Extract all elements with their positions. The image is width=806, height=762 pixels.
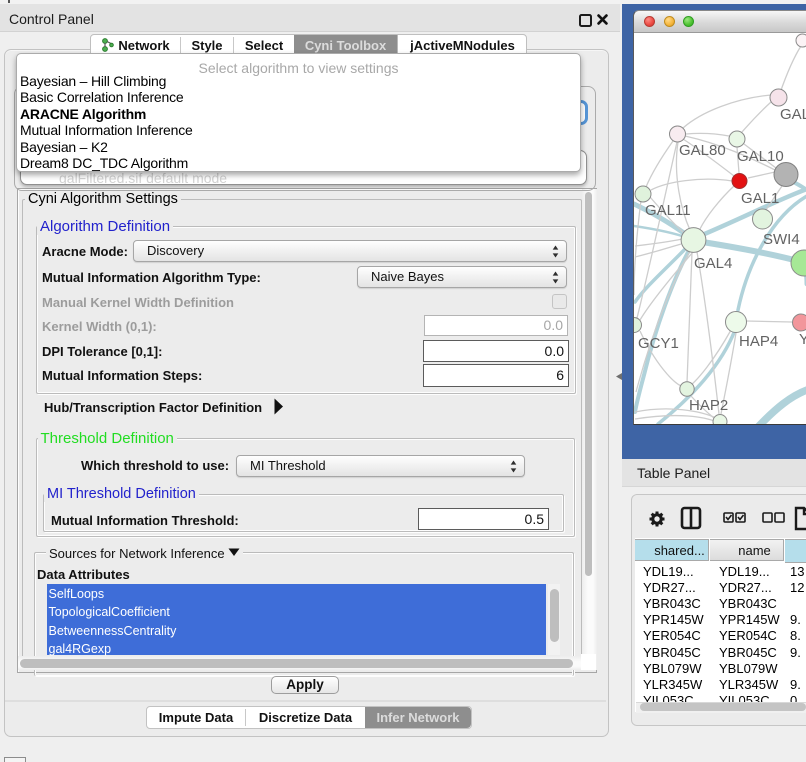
svg-text:GAL2: GAL2: [780, 106, 806, 123]
svg-text:GAL4: GAL4: [694, 255, 732, 272]
svg-text:Y: Y: [799, 331, 806, 348]
svg-text:GAL1: GAL1: [741, 190, 779, 207]
svg-text:HAP4: HAP4: [739, 333, 778, 350]
svg-text:GAL10: GAL10: [737, 148, 784, 165]
svg-text:HAP2: HAP2: [689, 397, 728, 414]
svg-text:GCY1: GCY1: [638, 335, 679, 352]
svg-text:SWI4: SWI4: [763, 231, 800, 248]
svg-text:GAL11: GAL11: [645, 202, 691, 219]
svg-text:GAL80: GAL80: [679, 142, 726, 159]
